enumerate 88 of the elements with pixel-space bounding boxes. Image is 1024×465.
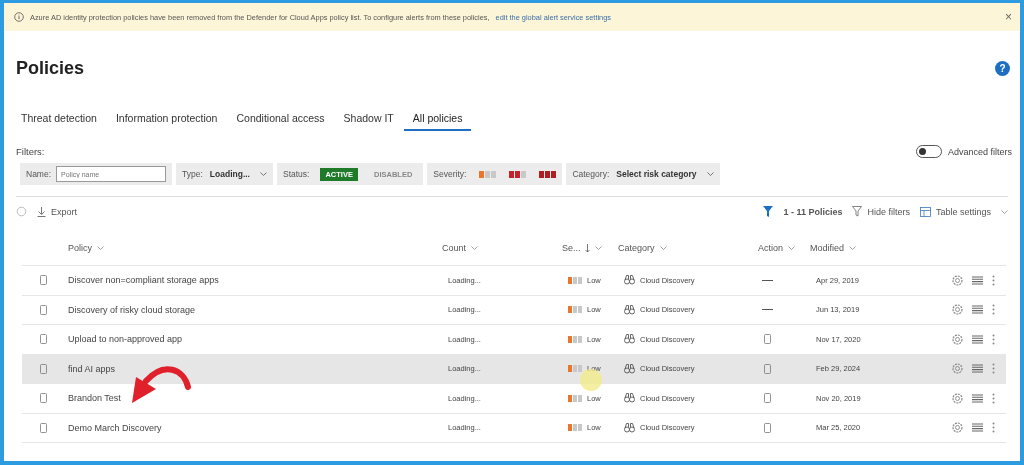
filter-icon [763,206,774,217]
hide-filters-button[interactable]: Hide filters [852,206,910,217]
policy-name[interactable]: Discovery of risky cloud storage [62,304,448,315]
binoculars-icon [624,363,635,374]
column-header[interactable]: Action [758,243,810,253]
chevron-icon [849,246,857,250]
policy-name[interactable]: find AI apps [62,363,448,374]
tab[interactable]: Threat detection [12,108,106,131]
dash-mark [762,279,773,281]
list-icon[interactable] [972,364,983,374]
column-header[interactable]: Category [618,243,758,253]
more-icon[interactable] [992,363,995,375]
binoculars-icon [624,275,635,286]
device-icon [764,363,771,374]
severity-option[interactable] [509,170,527,178]
help-button[interactable]: ? [995,60,1010,76]
column-header[interactable]: Policy [62,243,442,253]
tab[interactable]: All policies [403,108,472,131]
export-button[interactable]: Export [37,206,77,217]
column-header[interactable]: Se... [562,243,618,253]
close-button[interactable]: × [1005,10,1012,24]
chevron-icon [659,246,667,250]
policy-name[interactable]: Upload to non-approved app [62,334,448,345]
policy-name[interactable]: Demo March Discovery [62,422,448,433]
column-header[interactable]: Count [442,243,562,253]
more-icon[interactable] [992,422,995,434]
sort-arrow-icon [584,243,590,253]
device-icon [39,334,47,345]
chevron-icon [471,246,479,250]
severity-option[interactable] [539,170,557,178]
binoculars-icon [624,422,635,433]
filter-icon [852,206,863,217]
tab[interactable]: Conditional access [227,108,334,131]
policy-count: 1 - 11 Policies [783,206,843,217]
tab[interactable]: Information protection [106,108,227,131]
device-icon [39,393,47,404]
device-icon [39,363,47,374]
more-icon[interactable] [992,333,995,345]
filter-label: Severity: [433,169,467,179]
device-icon [39,422,47,433]
chevron-icon [788,246,795,250]
filters-label: Filters: [16,146,45,157]
device-icon [764,393,771,404]
policy-name[interactable]: Brandon Test [62,393,448,404]
cursor-highlight [580,369,602,391]
table-settings-button[interactable]: Table settings [919,206,1008,217]
info-icon [14,12,24,22]
chevron-icon [594,246,602,250]
device-icon [764,334,771,345]
device-icon [39,275,47,286]
settings-icon[interactable] [952,304,963,316]
column-header[interactable]: Modified [810,243,946,253]
chevron-icon [97,246,104,250]
binoculars-icon [624,304,635,315]
settings-icon[interactable] [952,392,963,404]
device-icon [764,422,771,433]
settings-icon[interactable] [952,363,963,375]
type-dropdown[interactable]: Type: Loading... [176,163,273,185]
toggle-label: Advanced filters [947,146,1012,157]
chevron-icon [706,172,714,176]
page-title: Policies [16,57,85,79]
more-icon[interactable] [992,304,995,316]
list-icon[interactable] [972,275,983,285]
binoculars-icon [624,334,635,345]
filter-label: Name: [26,169,52,179]
filter-label: Status: [283,169,310,179]
refresh-icon[interactable] [16,206,27,217]
table-icon [919,206,931,217]
list-icon[interactable] [972,305,983,315]
chevron-icon [260,172,267,176]
download-icon [37,206,46,217]
list-icon[interactable] [972,423,983,433]
settings-icon[interactable] [952,274,963,286]
tab[interactable]: Shadow IT [334,108,403,131]
settings-icon[interactable] [952,333,963,345]
chevron-icon [1001,209,1008,214]
list-icon[interactable] [972,393,983,403]
list-icon[interactable] [972,334,983,344]
policy-name[interactable]: Discover non=compliant storage apps [62,275,448,286]
settings-icon[interactable] [952,422,963,434]
more-icon[interactable] [992,392,995,404]
device-icon [39,304,47,315]
category-dropdown[interactable]: Category: Select risk category [566,163,720,185]
toggle-switch[interactable] [915,145,942,158]
severity-option[interactable] [479,170,497,178]
binoculars-icon [624,393,635,404]
more-icon[interactable] [992,274,995,286]
dash-mark [762,309,773,311]
